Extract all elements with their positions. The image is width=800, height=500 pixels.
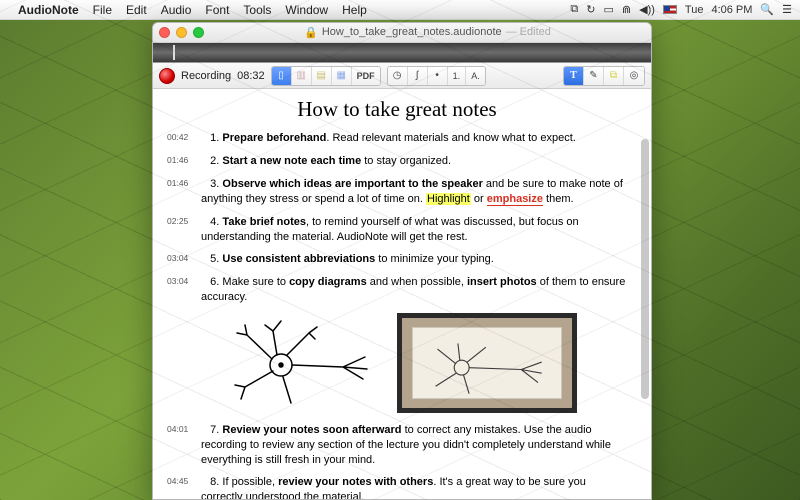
drawer-icon[interactable]: ☰ (782, 3, 792, 16)
record-button[interactable] (159, 68, 175, 84)
close-icon[interactable] (159, 27, 170, 38)
volume-icon[interactable]: ◀)) (639, 3, 655, 16)
pencil-tool[interactable]: ✎ (584, 67, 604, 85)
paper-lined[interactable]: ▤ (312, 67, 332, 85)
timestamp[interactable]: 01:46 (167, 177, 201, 207)
menu-window[interactable]: Window (285, 3, 328, 17)
menu-edit[interactable]: Edit (126, 3, 147, 17)
paper-style-group: ▯ ▥ ▤ ▦ PDF (271, 66, 381, 86)
timestamp[interactable]: 02:25 (167, 215, 201, 245)
neuron-sketch (217, 317, 377, 409)
insert-group: ◷ ∫ • 1. A. (387, 66, 486, 86)
menu-font[interactable]: Font (205, 3, 229, 17)
integral-tool[interactable]: ∫ (408, 67, 428, 85)
camera-tool[interactable]: ◎ (624, 67, 644, 85)
lock-icon: 🔒 (304, 26, 318, 39)
vertical-scrollbar[interactable] (641, 139, 649, 399)
note-row: 03:04 6. Make sure to copy diagrams and … (167, 275, 627, 305)
flag-icon[interactable] (663, 5, 677, 14)
toolbar: Recording 08:32 ▯ ▥ ▤ ▦ PDF ◷ ∫ • 1. A. … (153, 63, 651, 89)
note-row: 02:25 4. Take brief notes, to remind you… (167, 215, 627, 245)
document-area[interactable]: How to take great notes 00:42 1. Prepare… (153, 89, 651, 499)
paper-narrow[interactable]: ▥ (292, 67, 312, 85)
timestamp-tool[interactable]: ◷ (388, 67, 408, 85)
inserted-photo[interactable] (397, 313, 577, 413)
numbered-tool[interactable]: 1. (448, 67, 467, 85)
edited-label: — Edited (506, 26, 551, 39)
clock-day: Tue (685, 4, 704, 16)
alpha-tool[interactable]: A. (466, 67, 485, 85)
menu-help[interactable]: Help (342, 3, 367, 17)
timestamp[interactable]: 03:04 (167, 275, 201, 305)
playhead[interactable] (173, 45, 175, 60)
menu-audio[interactable]: Audio (161, 3, 192, 17)
text-tool[interactable]: T (564, 67, 584, 85)
bullet-tool[interactable]: • (428, 67, 448, 85)
recording-time: 08:32 (237, 70, 265, 82)
battery-icon[interactable]: ▭ (603, 3, 613, 16)
note-row: 04:45 8. If possible, review your notes … (167, 475, 627, 499)
paper-grid[interactable]: ▦ (332, 67, 352, 85)
export-pdf[interactable]: PDF (352, 67, 380, 85)
paper-blank[interactable]: ▯ (272, 67, 292, 85)
menu-file[interactable]: File (93, 3, 112, 17)
diagram-row (217, 313, 627, 413)
timestamp[interactable]: 04:45 (167, 475, 201, 499)
menu-tools[interactable]: Tools (243, 3, 271, 17)
sync-icon[interactable]: ↻ (586, 3, 595, 16)
dropbox-icon[interactable]: ⧉ (570, 3, 578, 16)
app-window: 🔒 How_to_take_great_notes.audionote — Ed… (152, 22, 652, 500)
macos-menubar: AudioNote File Edit Audio Font Tools Win… (0, 0, 800, 20)
menubar-app-name[interactable]: AudioNote (18, 3, 79, 17)
minimize-icon[interactable] (176, 27, 187, 38)
window-titlebar[interactable]: 🔒 How_to_take_great_notes.audionote — Ed… (153, 23, 651, 43)
clock-time: 4:06 PM (711, 4, 752, 16)
zoom-icon[interactable] (193, 27, 204, 38)
page-title: How to take great notes (167, 95, 627, 123)
timestamp[interactable]: 04:01 (167, 423, 201, 468)
recording-label: Recording (181, 70, 231, 82)
audio-timeline[interactable] (153, 43, 651, 63)
window-filename: How_to_take_great_notes.audionote (322, 26, 502, 39)
highlighted-text: Highlight (426, 193, 471, 205)
note-row: 04:01 7. Review your notes soon afterwar… (167, 423, 627, 468)
emphasized-text: emphasize (487, 193, 543, 206)
timestamp[interactable]: 00:42 (167, 131, 201, 146)
timestamp[interactable]: 01:46 (167, 154, 201, 169)
note-row: 01:46 2. Start a new note each time to s… (167, 154, 627, 169)
highlighter-tool[interactable]: ⧉ (604, 67, 624, 85)
timestamp[interactable]: 03:04 (167, 252, 201, 267)
spotlight-icon[interactable]: 🔍 (760, 3, 774, 16)
wifi-icon[interactable]: ⋒ (622, 3, 631, 16)
note-row: 01:46 3. Observe which ideas are importa… (167, 177, 627, 207)
note-row: 00:42 1. Prepare beforehand. Read releva… (167, 131, 627, 146)
note-row: 03:04 5. Use consistent abbreviations to… (167, 252, 627, 267)
draw-group: T ✎ ⧉ ◎ (563, 66, 645, 86)
